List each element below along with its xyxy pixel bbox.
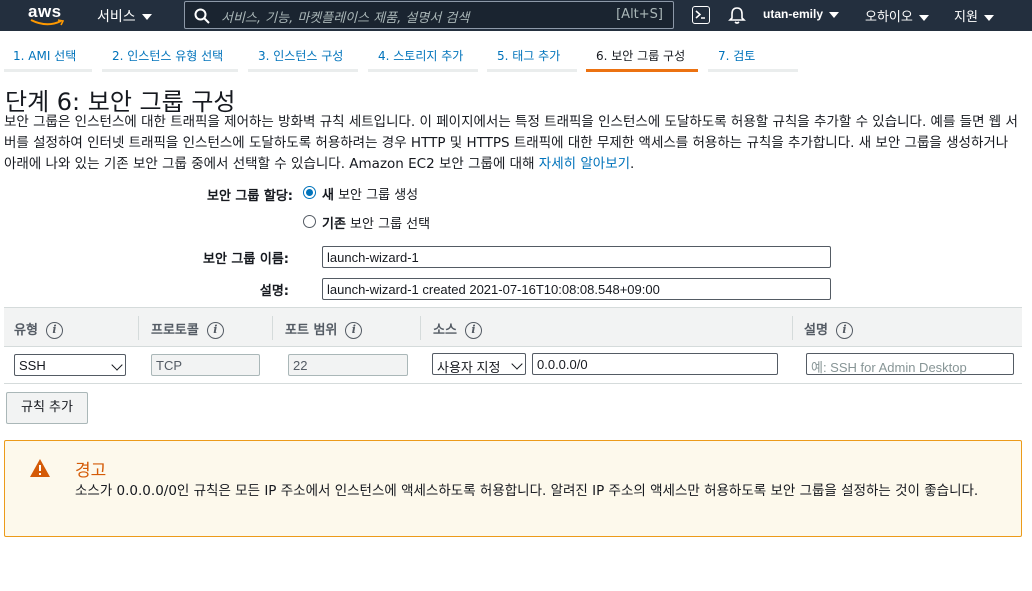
radio-new-bold: 새 bbox=[322, 188, 334, 203]
region-menu[interactable]: 오하이오 bbox=[865, 6, 929, 25]
page-description: 보안 그룹은 인스턴스에 대한 트래픽을 제어하는 방화벽 규칙 세트입니다. … bbox=[4, 112, 1024, 175]
chevron-down-icon bbox=[141, 14, 152, 20]
aws-logo[interactable]: aws bbox=[28, 2, 68, 28]
info-icon[interactable]: i bbox=[45, 322, 63, 339]
table-row: SSH TCP 22 사용자 지정 0.0.0.0/0 예: SSH for A… bbox=[4, 348, 1022, 384]
header-port-label: 포트 범위 bbox=[285, 323, 338, 338]
rule-type-value: SSH bbox=[19, 358, 46, 373]
security-group-name-input[interactable]: launch-wizard-1 bbox=[322, 246, 831, 268]
wizard-steps: 1. AMI 선택 2. 인스턴스 유형 선택 3. 인스턴스 구성 4. 스토… bbox=[0, 40, 1032, 72]
header-source-label: 소스 bbox=[433, 323, 457, 338]
tab-add-storage[interactable]: 4. 스토리지 추가 bbox=[368, 40, 478, 72]
header-protocol-label: 프로토콜 bbox=[151, 323, 199, 338]
rule-source-type-value: 사용자 지정 bbox=[437, 360, 501, 375]
rule-description-input[interactable]: 예: SSH for Admin Desktop bbox=[806, 353, 1014, 375]
radio-select-existing-label[interactable]: 기존 보안 그룹 선택 bbox=[322, 213, 430, 232]
chevron-down-icon bbox=[918, 14, 929, 21]
top-navigation-bar: aws 서비스 서비스, 기능, 마켓플레이스 제품, 설명서 검색 [Alt+… bbox=[0, 0, 1032, 31]
rule-source-cidr-input[interactable]: 0.0.0.0/0 bbox=[532, 353, 778, 375]
radio-existing-bold: 기존 bbox=[322, 217, 346, 232]
warning-message: 소스가 0.0.0.0/0인 규칙은 모든 IP 주소에서 인스턴스에 액세스하… bbox=[75, 483, 979, 499]
radio-create-new-label[interactable]: 새 보안 그룹 생성 bbox=[322, 184, 418, 203]
description-label: 설명: bbox=[259, 284, 289, 299]
header-source: 소스 i bbox=[433, 319, 482, 339]
column-divider bbox=[272, 316, 273, 340]
column-divider bbox=[420, 316, 421, 340]
rule-type-select[interactable]: SSH bbox=[14, 354, 126, 376]
search-box[interactable]: 서비스, 기능, 마켓플레이스 제품, 설명서 검색 [Alt+S] bbox=[184, 1, 674, 29]
search-placeholder: 서비스, 기능, 마켓플레이스 제품, 설명서 검색 bbox=[221, 11, 470, 26]
account-name: utan-emily bbox=[763, 7, 824, 21]
intro-text: 보안 그룹은 인스턴스에 대한 트래픽을 제어하는 방화벽 규칙 세트입니다. … bbox=[4, 114, 1018, 172]
support-menu[interactable]: 지원 bbox=[954, 6, 994, 25]
rules-table-header: 유형 i 프로토콜 i 포트 범위 i 소스 i 설명 i bbox=[4, 307, 1022, 347]
services-menu[interactable]: 서비스 bbox=[97, 6, 152, 26]
rule-source-type-select[interactable]: 사용자 지정 bbox=[432, 353, 526, 375]
column-divider bbox=[138, 316, 139, 340]
assign-security-group-label: 보안 그룹 할당: bbox=[206, 189, 293, 204]
warning-alert: 경고 소스가 0.0.0.0/0인 규칙은 모든 IP 주소에서 인스턴스에 액… bbox=[4, 440, 1022, 537]
radio-new-rest: 보안 그룹 생성 bbox=[333, 188, 419, 203]
radio-existing-rest: 보안 그룹 선택 bbox=[345, 217, 431, 232]
info-icon[interactable]: i bbox=[835, 322, 853, 339]
tab-configure-instance[interactable]: 3. 인스턴스 구성 bbox=[248, 40, 358, 72]
info-icon[interactable]: i bbox=[206, 322, 224, 339]
column-divider bbox=[792, 316, 793, 340]
chevron-down-icon bbox=[983, 14, 994, 21]
tab-configure-security-group[interactable]: 6. 보안 그룹 구성 bbox=[586, 40, 698, 72]
info-icon[interactable]: i bbox=[345, 322, 363, 339]
support-label: 지원 bbox=[954, 10, 978, 25]
services-label: 서비스 bbox=[97, 9, 136, 25]
terminal-prompt-icon bbox=[695, 10, 705, 19]
security-group-name-label: 보안 그룹 이름: bbox=[202, 252, 289, 267]
rule-port-range-field: 22 bbox=[288, 354, 408, 376]
header-description: 설명 i bbox=[804, 319, 853, 339]
header-protocol: 프로토콜 i bbox=[151, 319, 224, 339]
cloudshell-icon[interactable] bbox=[692, 6, 710, 24]
add-rule-button[interactable]: 규칙 추가 bbox=[6, 392, 88, 424]
search-shortcut-hint: [Alt+S] bbox=[616, 7, 663, 22]
tab-choose-ami[interactable]: 1. AMI 선택 bbox=[4, 40, 92, 72]
description-input[interactable]: launch-wizard-1 created 2021-07-16T10:08… bbox=[322, 278, 831, 300]
search-icon bbox=[194, 8, 210, 24]
header-description-label: 설명 bbox=[804, 323, 828, 338]
rule-protocol-field: TCP bbox=[151, 354, 260, 376]
radio-select-existing[interactable] bbox=[303, 215, 316, 228]
tab-add-tags[interactable]: 5. 태그 추가 bbox=[487, 40, 577, 72]
learn-more-link[interactable]: 자세히 알아보기 bbox=[539, 156, 630, 172]
tab-choose-instance-type[interactable]: 2. 인스턴스 유형 선택 bbox=[102, 40, 238, 72]
info-icon[interactable]: i bbox=[464, 322, 482, 339]
warning-title: 경고 bbox=[75, 461, 107, 481]
header-port-range: 포트 범위 i bbox=[285, 319, 363, 339]
bell-icon[interactable] bbox=[727, 5, 747, 25]
intro-end: . bbox=[630, 156, 635, 172]
aws-smile-icon bbox=[30, 19, 64, 26]
region-name: 오하이오 bbox=[865, 10, 913, 25]
chevron-down-icon bbox=[511, 358, 523, 370]
header-type: 유형 i bbox=[14, 319, 63, 339]
chevron-down-icon bbox=[829, 11, 840, 18]
account-menu[interactable]: utan-emily bbox=[763, 7, 840, 21]
chevron-down-icon bbox=[111, 359, 123, 371]
header-type-label: 유형 bbox=[14, 323, 38, 338]
radio-create-new[interactable] bbox=[303, 186, 316, 199]
warning-icon bbox=[30, 459, 50, 477]
tab-review[interactable]: 7. 검토 bbox=[708, 40, 798, 72]
